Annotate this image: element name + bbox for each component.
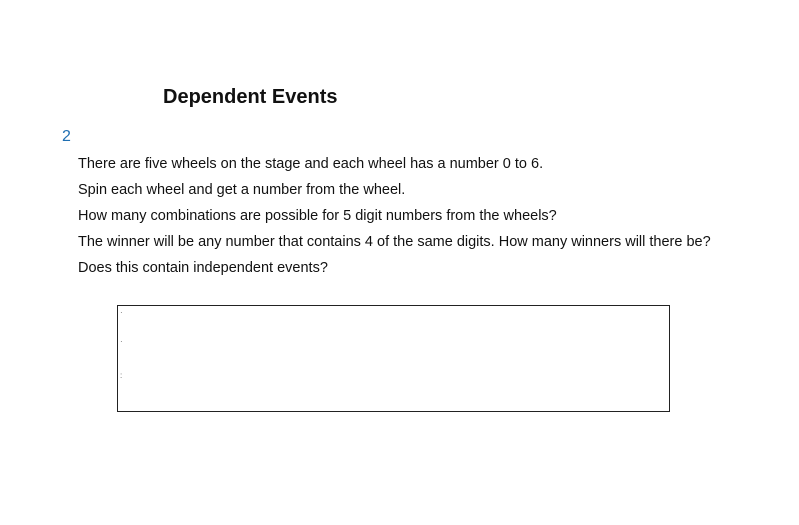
question-line: There are five wheels on the stage and e… (78, 156, 544, 172)
question-text: There are five wheels on the stage and e… (78, 155, 711, 285)
answer-line-marker: : (120, 371, 123, 380)
question-line: Does this contain independent events? (78, 260, 328, 276)
answer-line-marker: · (120, 308, 123, 317)
question-line: The winner will be any number that conta… (78, 234, 711, 250)
question-line: Spin each wheel and get a number from th… (78, 182, 406, 198)
page-title: Dependent Events (163, 86, 338, 108)
answer-box[interactable]: · · : (117, 305, 670, 412)
answer-line-marker: · (120, 337, 123, 346)
question-line: How many combinations are possible for 5… (78, 208, 557, 224)
question-number: 2 (62, 128, 71, 145)
